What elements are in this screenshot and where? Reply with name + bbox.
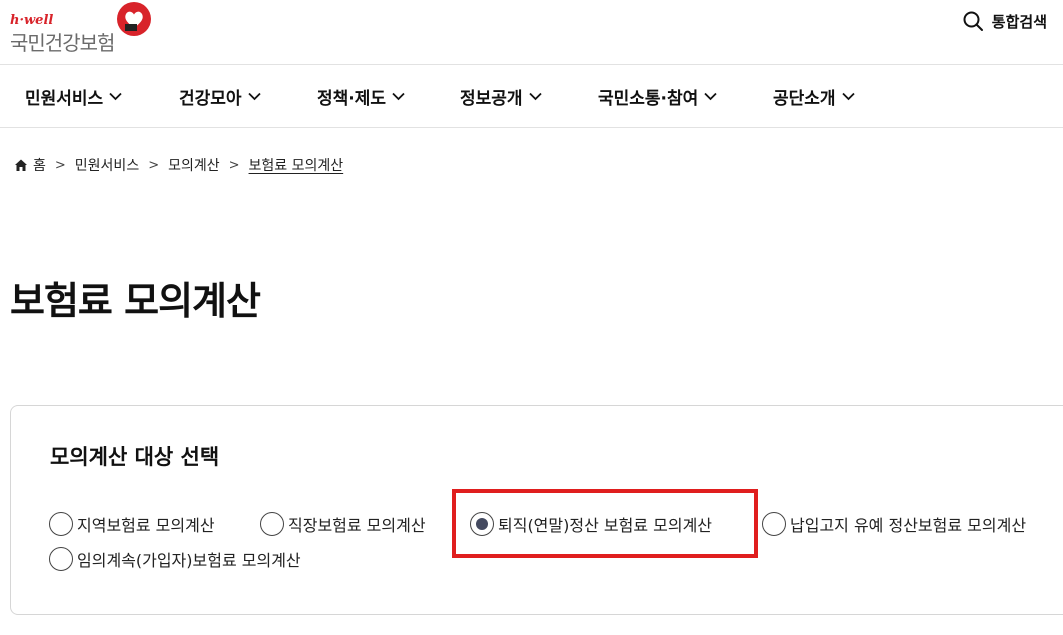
breadcrumb-home[interactable]: 홈	[33, 155, 46, 175]
nav-item-about[interactable]: 공단소개	[773, 84, 855, 109]
chevron-down-icon	[528, 92, 542, 101]
radio-option-deferred-notice[interactable]: 납입고지 유예 정산보험료 모의계산	[762, 512, 1026, 536]
chevron-right-icon: >	[148, 157, 160, 173]
radio-label: 직장보험료 모의계산	[288, 516, 426, 535]
integrated-search-button[interactable]: 통합검색	[962, 10, 1047, 32]
chevron-down-icon	[392, 92, 405, 101]
radio-label: 납입고지 유예 정산보험료 모의계산	[790, 516, 1027, 535]
radio-button[interactable]	[762, 512, 786, 536]
radio-option-retirement-settlement[interactable]: 퇴직(연말)정산 보험료 모의계산	[470, 512, 712, 536]
radio-selected-dot	[476, 518, 488, 530]
nav-item-disclosure[interactable]: 정보공개	[460, 84, 542, 109]
chevron-down-icon	[704, 92, 717, 101]
nav-item-health-moa[interactable]: 건강모아	[179, 84, 261, 109]
radio-label: 지역보험료 모의계산	[77, 516, 215, 535]
breadcrumb-item[interactable]: 모의계산	[168, 155, 220, 175]
radio-button[interactable]	[260, 512, 284, 536]
main-nav: 민원서비스 건강모아 정책·제도 정보공개 국민소통·참여 공단소개	[0, 65, 1063, 128]
nav-item-participation[interactable]: 국민소통·참여	[598, 84, 717, 109]
radio-option-workplace[interactable]: 직장보험료 모의계산	[260, 512, 426, 536]
logo-subtitle: h·well	[10, 13, 54, 28]
chevron-right-icon: >	[54, 157, 66, 173]
radio-label: 임의계속(가입자)보험료 모의계산	[77, 551, 301, 570]
nav-item-label: 공단소개	[773, 89, 836, 109]
site-header: h·well 국민건강보험 통합검색	[0, 0, 1063, 65]
logo-title: 국민건강보험	[10, 31, 115, 55]
breadcrumb-item[interactable]: 민원서비스	[75, 155, 139, 175]
nav-item-label: 건강모아	[179, 89, 242, 109]
nav-item-label: 정보공개	[460, 89, 523, 109]
chevron-down-icon	[841, 92, 855, 101]
nav-item-label: 국민소통·참여	[598, 89, 699, 109]
nav-item-label: 정책·제도	[317, 89, 387, 109]
nav-item-civil-service[interactable]: 민원서비스	[25, 84, 122, 109]
heart-logo-icon	[117, 2, 151, 36]
radio-option-regional[interactable]: 지역보험료 모의계산	[49, 512, 215, 536]
home-icon[interactable]	[14, 158, 28, 172]
radio-button[interactable]	[49, 547, 73, 571]
site-logo[interactable]: h·well 국민건강보험	[10, 2, 160, 55]
nav-item-label: 민원서비스	[25, 89, 104, 109]
breadcrumb-current[interactable]: 보험료 모의계산	[249, 155, 344, 175]
radio-option-voluntary-continuation[interactable]: 임의계속(가입자)보험료 모의계산	[49, 547, 301, 571]
nav-item-policy[interactable]: 정책·제도	[317, 84, 405, 109]
chevron-right-icon: >	[228, 157, 240, 173]
page-title: 보험료 모의계산	[10, 279, 261, 323]
panel-title: 모의계산 대상 선택	[50, 445, 220, 469]
search-label: 통합검색	[991, 12, 1047, 31]
radio-button-selected[interactable]	[470, 512, 494, 536]
radio-button[interactable]	[49, 512, 73, 536]
chevron-down-icon	[109, 92, 122, 101]
search-icon	[963, 11, 983, 31]
chevron-down-icon	[247, 92, 261, 101]
radio-label: 퇴직(연말)정산 보험료 모의계산	[498, 516, 713, 535]
breadcrumb: 홈 > 민원서비스 > 모의계산 > 보험료 모의계산	[14, 155, 343, 175]
calculation-target-panel: 모의계산 대상 선택	[10, 405, 1063, 615]
